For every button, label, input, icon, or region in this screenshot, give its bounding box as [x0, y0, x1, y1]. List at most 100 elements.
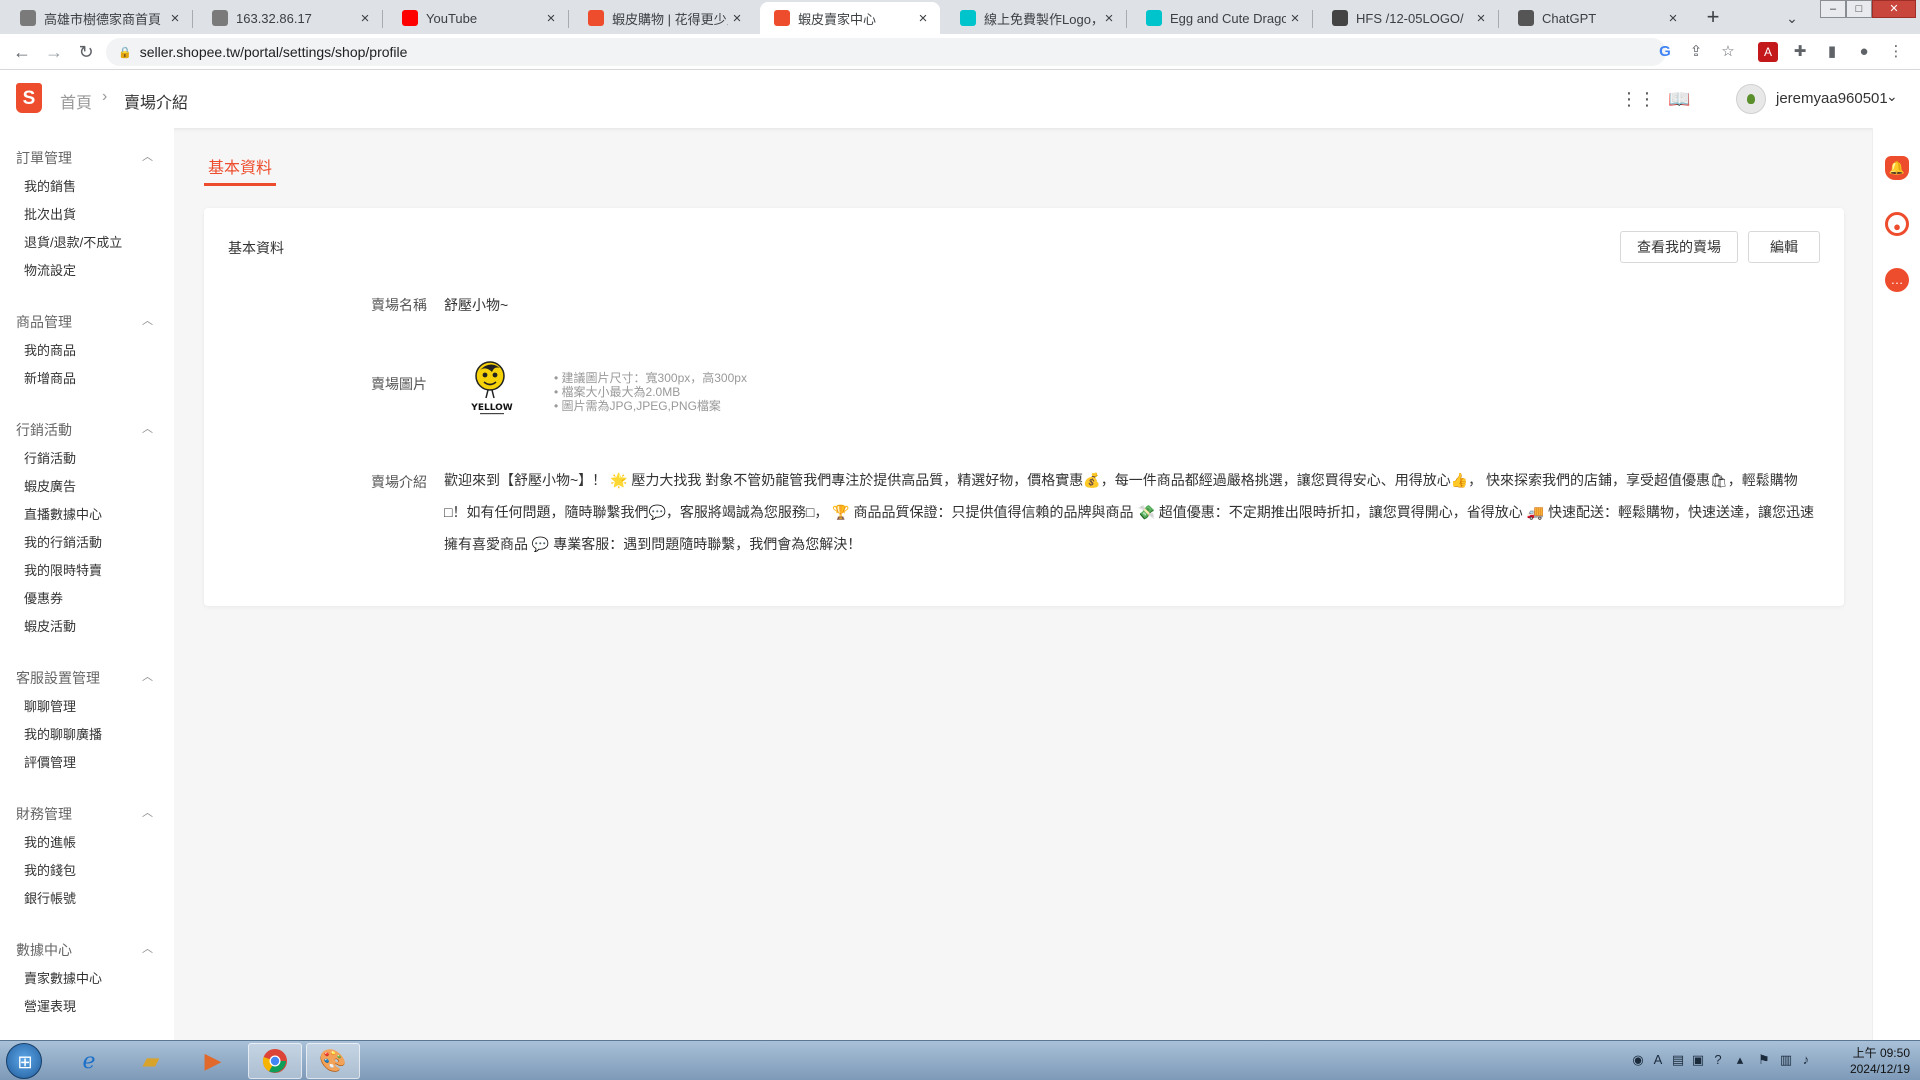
- sidebar-item[interactable]: 聊聊管理: [24, 696, 76, 715]
- sidebar-item[interactable]: 我的銷售: [24, 176, 76, 195]
- language-icon[interactable]: ◉: [1630, 1051, 1646, 1069]
- close-tab-icon[interactable]: ×: [914, 10, 932, 27]
- system-clock[interactable]: 上午 09:50 2024/12/19: [1820, 1045, 1910, 1077]
- sidebar-item[interactable]: 退貨/退款/不成立: [24, 232, 122, 251]
- sidebar-item[interactable]: 我的進帳: [24, 832, 76, 851]
- sidebar-item[interactable]: 銀行帳號: [24, 888, 76, 907]
- sidebar-item[interactable]: 我的聊聊廣播: [24, 724, 102, 743]
- chevron-up-icon[interactable]: ︿: [142, 668, 153, 684]
- notification-bell-icon[interactable]: 🔔: [1885, 156, 1909, 180]
- breadcrumb-home[interactable]: 首頁: [60, 89, 92, 113]
- sidebar-item[interactable]: 我的限時特賣: [24, 560, 102, 579]
- sidebar-item[interactable]: 賣家數據中心: [24, 968, 102, 987]
- apps-grid-icon[interactable]: ⋮⋮: [1620, 88, 1656, 110]
- new-tab-button[interactable]: +: [1700, 5, 1726, 31]
- close-window-button[interactable]: ✕: [1872, 0, 1916, 18]
- start-button[interactable]: [6, 1043, 43, 1080]
- view-my-shop-button[interactable]: 查看我的賣場: [1620, 231, 1738, 263]
- close-tab-icon[interactable]: ×: [356, 10, 374, 27]
- seller-header: S 首頁 › 賣場介紹 ⋮⋮ 📖 jeremyaa960501 ⌄: [0, 70, 1920, 128]
- maximize-button[interactable]: □: [1846, 0, 1872, 18]
- browser-tab[interactable]: 蝦皮賣家中心 ×: [760, 2, 940, 34]
- browser-tab[interactable]: Egg and Cute Dragon ×: [1132, 2, 1312, 34]
- browser-tab[interactable]: HFS /12-05LOGO/ ×: [1318, 2, 1498, 34]
- tools-icon[interactable]: ▣: [1690, 1051, 1706, 1069]
- pdf-extension-icon[interactable]: A: [1758, 42, 1778, 62]
- sidebar-item[interactable]: 評價管理: [24, 752, 76, 771]
- back-icon[interactable]: ←: [10, 40, 34, 64]
- close-tab-icon[interactable]: ×: [1472, 10, 1490, 27]
- edit-button[interactable]: 編輯: [1748, 231, 1820, 263]
- chevron-up-icon[interactable]: ︿: [142, 420, 153, 436]
- chevron-up-icon[interactable]: ︿: [142, 312, 153, 328]
- sidebar-group: 財務管理 ︿ 我的進帳我的錢包銀行帳號: [0, 804, 174, 918]
- sidebar-group-title[interactable]: 商品管理: [16, 312, 72, 332]
- paint-icon[interactable]: 🎨: [306, 1043, 360, 1079]
- sidebar-item[interactable]: 營運表現: [24, 996, 76, 1015]
- tab-separator: [1126, 10, 1127, 28]
- username[interactable]: jeremyaa960501: [1776, 90, 1888, 107]
- tab-search-icon[interactable]: ⌄: [1780, 6, 1804, 30]
- reload-icon[interactable]: ↻: [74, 40, 98, 64]
- sidebar-group-title[interactable]: 客服設置管理: [16, 668, 100, 688]
- chrome-menu-icon[interactable]: ⋮: [1886, 42, 1906, 62]
- input-method-icon[interactable]: A: [1650, 1051, 1666, 1069]
- sidebar-group-title[interactable]: 訂單管理: [16, 148, 72, 168]
- chrome-icon[interactable]: [248, 1043, 302, 1079]
- help-icon[interactable]: ?: [1710, 1051, 1726, 1069]
- sidebar-item[interactable]: 行銷活動: [24, 448, 76, 467]
- avatar[interactable]: [1736, 84, 1766, 114]
- browser-tab[interactable]: 高雄市樹德家商首頁 ×: [6, 2, 192, 34]
- sidebar-item[interactable]: 我的錢包: [24, 860, 76, 879]
- close-tab-icon[interactable]: ×: [542, 10, 560, 27]
- flag-icon[interactable]: ⚑: [1756, 1051, 1772, 1069]
- side-panel-icon[interactable]: ▮: [1822, 42, 1842, 62]
- minimize-button[interactable]: –: [1820, 0, 1846, 18]
- shopee-logo-icon[interactable]: S: [16, 83, 42, 113]
- sidebar-item[interactable]: 蝦皮廣告: [24, 476, 76, 495]
- sidebar-item[interactable]: 我的商品: [24, 340, 76, 359]
- keyboard-icon[interactable]: ▤: [1670, 1051, 1686, 1069]
- sidebar-item[interactable]: 我的行銷活動: [24, 532, 102, 551]
- address-bar[interactable]: 🔒 seller.shopee.tw/portal/settings/shop/…: [106, 38, 1666, 66]
- browser-tab[interactable]: 線上免費製作Logo，並×: [946, 2, 1126, 34]
- support-icon[interactable]: ●: [1885, 212, 1909, 236]
- network-icon[interactable]: ▥: [1778, 1051, 1794, 1069]
- chevron-up-icon[interactable]: ︿: [142, 804, 153, 820]
- tab-basic-info[interactable]: 基本資料: [204, 152, 277, 186]
- sidebar-item[interactable]: 批次出貨: [24, 204, 76, 223]
- media-player-icon[interactable]: ▶: [186, 1043, 240, 1079]
- share-icon[interactable]: ⇪: [1686, 42, 1706, 62]
- sidebar-item[interactable]: 蝦皮活動: [24, 616, 76, 635]
- bookmark-star-icon[interactable]: ☆: [1718, 42, 1738, 62]
- close-tab-icon[interactable]: ×: [1286, 10, 1304, 27]
- browser-tab[interactable]: ChatGPT ×: [1504, 2, 1690, 34]
- close-tab-icon[interactable]: ×: [166, 10, 184, 27]
- close-tab-icon[interactable]: ×: [1100, 10, 1118, 27]
- browser-tab[interactable]: 163.32.86.17 ×: [198, 2, 382, 34]
- volume-icon[interactable]: ♪: [1798, 1051, 1814, 1069]
- sidebar-item[interactable]: 物流設定: [24, 260, 76, 279]
- close-tab-icon[interactable]: ×: [728, 10, 746, 27]
- browser-tab[interactable]: YouTube ×: [388, 2, 568, 34]
- forward-icon[interactable]: →: [42, 40, 66, 64]
- sidebar-group-title[interactable]: 財務管理: [16, 804, 72, 824]
- chevron-up-icon[interactable]: ︿: [142, 148, 153, 164]
- sidebar-group-title[interactable]: 行銷活動: [16, 420, 72, 440]
- close-tab-icon[interactable]: ×: [1664, 10, 1682, 27]
- sidebar-item[interactable]: 優惠券: [24, 588, 63, 607]
- file-explorer-icon[interactable]: ▰: [124, 1043, 178, 1079]
- tray-expand-icon[interactable]: ▴: [1732, 1051, 1748, 1069]
- sidebar-group-title[interactable]: 數據中心: [16, 940, 72, 960]
- profile-icon[interactable]: ●: [1854, 42, 1874, 62]
- sidebar-item[interactable]: 直播數據中心: [24, 504, 102, 523]
- browser-tab[interactable]: 蝦皮購物 | 花得更少買得×: [574, 2, 754, 34]
- google-translate-icon[interactable]: G: [1655, 42, 1675, 62]
- chevron-down-icon[interactable]: ⌄: [1886, 88, 1898, 105]
- chat-bubble-icon[interactable]: …: [1885, 268, 1909, 292]
- extensions-puzzle-icon[interactable]: ✚: [1790, 42, 1810, 62]
- internet-explorer-icon[interactable]: ℯ: [62, 1043, 116, 1079]
- chevron-up-icon[interactable]: ︿: [142, 940, 153, 956]
- book-icon[interactable]: 📖: [1668, 88, 1690, 110]
- sidebar-item[interactable]: 新增商品: [24, 368, 76, 387]
